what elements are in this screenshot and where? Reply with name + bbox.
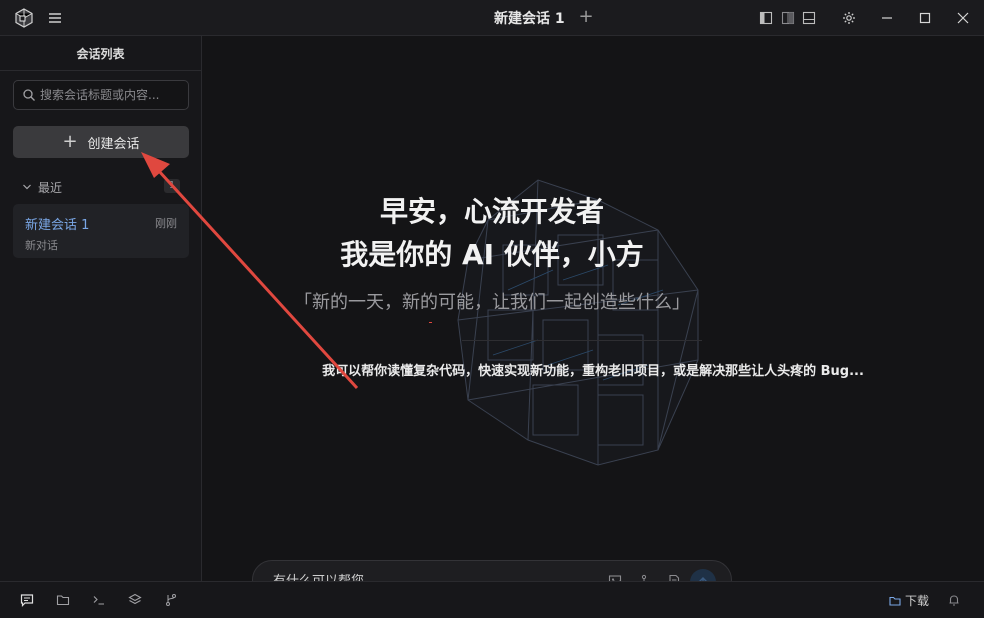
menu-icon[interactable] xyxy=(45,8,65,28)
download-label: 下载 xyxy=(905,594,930,608)
sidebar-title: 会话列表 xyxy=(0,36,201,71)
close-icon[interactable] xyxy=(953,8,973,28)
layout-left-icon[interactable] xyxy=(756,8,776,28)
settings-gear-icon[interactable] xyxy=(839,8,859,28)
plus-icon: + xyxy=(62,131,78,152)
git-branch-icon[interactable] xyxy=(163,592,179,608)
folder-icon[interactable] xyxy=(55,592,71,608)
download-button[interactable]: 下载 xyxy=(889,592,929,609)
divider xyxy=(462,340,702,341)
create-conversation-label: 创建会话 xyxy=(87,136,140,152)
create-conversation-button[interactable]: + 创建会话 xyxy=(13,126,189,158)
annotation-dot xyxy=(429,322,432,323)
maximize-icon[interactable] xyxy=(915,8,935,28)
layers-icon[interactable] xyxy=(127,592,143,608)
chat-icon[interactable] xyxy=(19,592,35,608)
search-input[interactable] xyxy=(40,81,186,109)
folder-icon xyxy=(889,596,901,606)
tagline-quote: 「新的一天，新的可能，让我们一起创造些什么」 xyxy=(294,292,690,313)
greeting-line-2: 我是你的 AI 伙伴，小方 xyxy=(340,238,644,271)
title-bar: 新建会话 1 + xyxy=(0,0,984,36)
new-tab-plus-icon[interactable]: + xyxy=(578,7,594,27)
minimize-icon[interactable] xyxy=(877,8,897,28)
search-box[interactable] xyxy=(13,80,189,110)
terminal-icon[interactable] xyxy=(91,592,107,608)
app-logo-icon xyxy=(14,8,34,28)
search-icon xyxy=(22,87,36,106)
status-bar: 下载 xyxy=(0,581,984,618)
capability-description: 我可以帮你读懂复杂代码，快速实现新功能，重构老旧项目，或是解决那些让人头疼的 B… xyxy=(322,364,864,379)
layout-split-icon[interactable] xyxy=(778,8,798,28)
greeting-line-1: 早安，心流开发者 xyxy=(379,195,604,228)
conversation-title: 新建会话 1 xyxy=(494,11,565,27)
layout-bottom-icon[interactable] xyxy=(799,8,819,28)
bell-icon[interactable] xyxy=(946,592,962,608)
